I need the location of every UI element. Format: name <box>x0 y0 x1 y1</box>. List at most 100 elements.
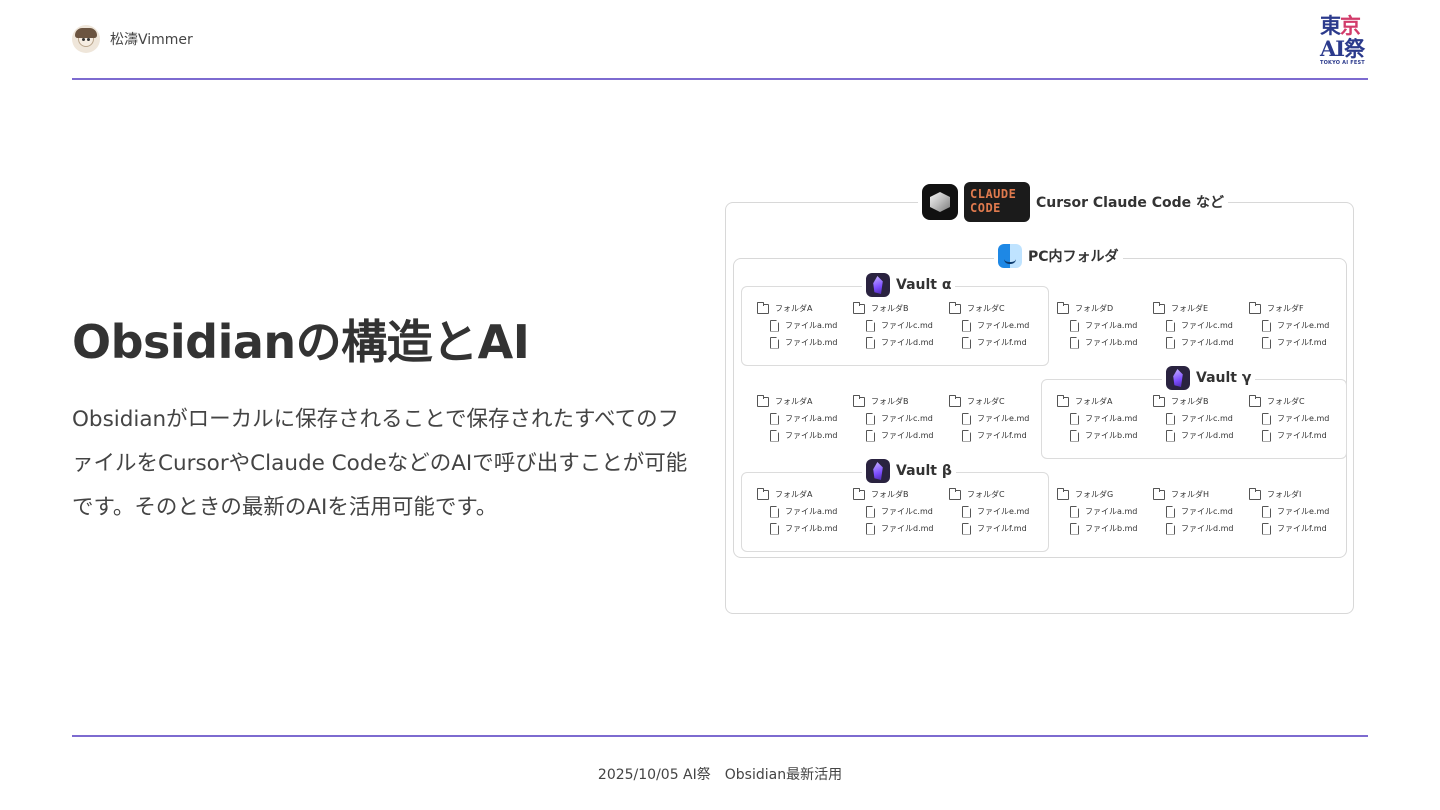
file-item[interactable]: ファイルf.md <box>949 520 1045 537</box>
file-item[interactable]: ファイルf.md <box>1249 520 1345 537</box>
file-item[interactable]: ファイルe.md <box>949 317 1045 334</box>
folder-item[interactable]: フォルダD <box>1057 300 1153 317</box>
file-item[interactable]: ファイルc.md <box>1153 317 1249 334</box>
folder-item[interactable]: フォルダA <box>757 393 853 410</box>
file-item[interactable]: ファイルe.md <box>1249 317 1345 334</box>
vault-alpha-label: Vault α <box>862 273 956 297</box>
pc-folder-label: PC内フォルダ <box>994 244 1123 268</box>
file-item[interactable]: ファイルf.md <box>1249 334 1345 351</box>
slide-description: Obsidianがローカルに保存されることで保存されたすべてのファイルをCurs… <box>72 407 688 520</box>
folder-name: フォルダC <box>967 490 1005 499</box>
file-item[interactable]: ファイルc.md <box>1153 410 1249 427</box>
folder-name: フォルダC <box>967 304 1005 313</box>
file-item[interactable]: ファイルb.md <box>1057 427 1153 444</box>
folder-item[interactable]: フォルダB <box>853 486 949 503</box>
file-name: ファイルa.md <box>785 414 838 423</box>
file-icon <box>1070 505 1079 518</box>
folder-item[interactable]: フォルダG <box>1057 486 1153 503</box>
file-name: ファイルf.md <box>977 338 1027 347</box>
file-name: ファイルc.md <box>881 507 933 516</box>
folder-item[interactable]: フォルダB <box>853 393 949 410</box>
file-item[interactable]: ファイルc.md <box>853 503 949 520</box>
folder-group: フォルダD ファイルa.md ファイルb.md <box>1057 300 1153 351</box>
folder-group: フォルダG ファイルa.md ファイルb.md <box>1057 486 1153 537</box>
folder-name: フォルダA <box>775 490 813 499</box>
file-name: ファイルa.md <box>785 507 838 516</box>
finder-icon <box>998 244 1022 268</box>
folder-name: フォルダF <box>1267 304 1304 313</box>
file-item[interactable]: ファイルd.md <box>1153 334 1249 351</box>
file-item[interactable]: ファイルb.md <box>757 520 853 537</box>
file-name: ファイルf.md <box>977 524 1027 533</box>
author: 松濤Vimmer <box>72 25 193 53</box>
folder-group: フォルダA ファイルa.md ファイルb.md <box>757 486 853 537</box>
folder-name: フォルダH <box>1171 490 1210 499</box>
file-item[interactable]: ファイルd.md <box>853 520 949 537</box>
folder-item[interactable]: フォルダC <box>949 300 1045 317</box>
file-item[interactable]: ファイルe.md <box>949 503 1045 520</box>
folder-item[interactable]: フォルダA <box>757 486 853 503</box>
file-item[interactable]: ファイルb.md <box>1057 334 1153 351</box>
file-icon <box>866 522 875 535</box>
folder-item[interactable]: フォルダF <box>1249 300 1345 317</box>
author-name: 松濤Vimmer <box>110 32 193 48</box>
file-item[interactable]: ファイルf.md <box>949 427 1045 444</box>
file-item[interactable]: ファイルd.md <box>1153 520 1249 537</box>
folder-item[interactable]: フォルダE <box>1153 300 1249 317</box>
file-item[interactable]: ファイルa.md <box>1057 317 1153 334</box>
folder-item[interactable]: フォルダB <box>853 300 949 317</box>
folder-name: フォルダC <box>1267 397 1305 406</box>
file-name: ファイルd.md <box>1181 431 1234 440</box>
file-name: ファイルb.md <box>1085 338 1138 347</box>
obsidian-icon <box>866 459 890 483</box>
file-item[interactable]: ファイルe.md <box>1249 410 1345 427</box>
folder-item[interactable]: フォルダA <box>757 300 853 317</box>
folder-item[interactable]: フォルダC <box>1249 393 1345 410</box>
file-icon <box>1166 522 1175 535</box>
file-item[interactable]: ファイルa.md <box>757 410 853 427</box>
file-item[interactable]: ファイルd.md <box>1153 427 1249 444</box>
file-name: ファイルd.md <box>1181 524 1234 533</box>
file-icon <box>1166 505 1175 518</box>
file-item[interactable]: ファイルa.md <box>1057 503 1153 520</box>
file-name: ファイルe.md <box>1277 414 1330 423</box>
folder-item[interactable]: フォルダC <box>949 486 1045 503</box>
file-icon <box>770 505 779 518</box>
file-icon <box>866 412 875 425</box>
file-item[interactable]: ファイルc.md <box>853 317 949 334</box>
file-item[interactable]: ファイルb.md <box>1057 520 1153 537</box>
folder-item[interactable]: フォルダH <box>1153 486 1249 503</box>
file-name: ファイルe.md <box>1277 321 1330 330</box>
file-icon <box>866 336 875 349</box>
file-item[interactable]: ファイルc.md <box>1153 503 1249 520</box>
file-item[interactable]: ファイルf.md <box>1249 427 1345 444</box>
folder-item[interactable]: フォルダA <box>1057 393 1153 410</box>
file-item[interactable]: ファイルa.md <box>757 503 853 520</box>
file-item[interactable]: ファイルc.md <box>853 410 949 427</box>
file-item[interactable]: ファイルe.md <box>1249 503 1345 520</box>
file-item[interactable]: ファイルe.md <box>949 410 1045 427</box>
file-icon <box>1166 336 1175 349</box>
file-icon <box>866 505 875 518</box>
file-item[interactable]: ファイルa.md <box>1057 410 1153 427</box>
file-item[interactable]: ファイルd.md <box>853 334 949 351</box>
folder-item[interactable]: フォルダI <box>1249 486 1345 503</box>
file-icon <box>866 319 875 332</box>
file-icon <box>1166 319 1175 332</box>
file-icon <box>962 522 971 535</box>
folder-name: フォルダA <box>775 304 813 313</box>
file-item[interactable]: ファイルa.md <box>757 317 853 334</box>
folder-item[interactable]: フォルダC <box>949 393 1045 410</box>
file-item[interactable]: ファイルb.md <box>757 334 853 351</box>
file-name: ファイルc.md <box>1181 321 1233 330</box>
file-item[interactable]: ファイルb.md <box>757 427 853 444</box>
folder-name: フォルダC <box>967 397 1005 406</box>
folder-name: フォルダB <box>871 490 909 499</box>
folder-name: フォルダI <box>1267 490 1302 499</box>
folder-item[interactable]: フォルダB <box>1153 393 1249 410</box>
file-name: ファイルc.md <box>1181 414 1233 423</box>
file-item[interactable]: ファイルd.md <box>853 427 949 444</box>
folder-icon <box>1057 301 1069 314</box>
folder-icon <box>853 487 865 500</box>
file-item[interactable]: ファイルf.md <box>949 334 1045 351</box>
